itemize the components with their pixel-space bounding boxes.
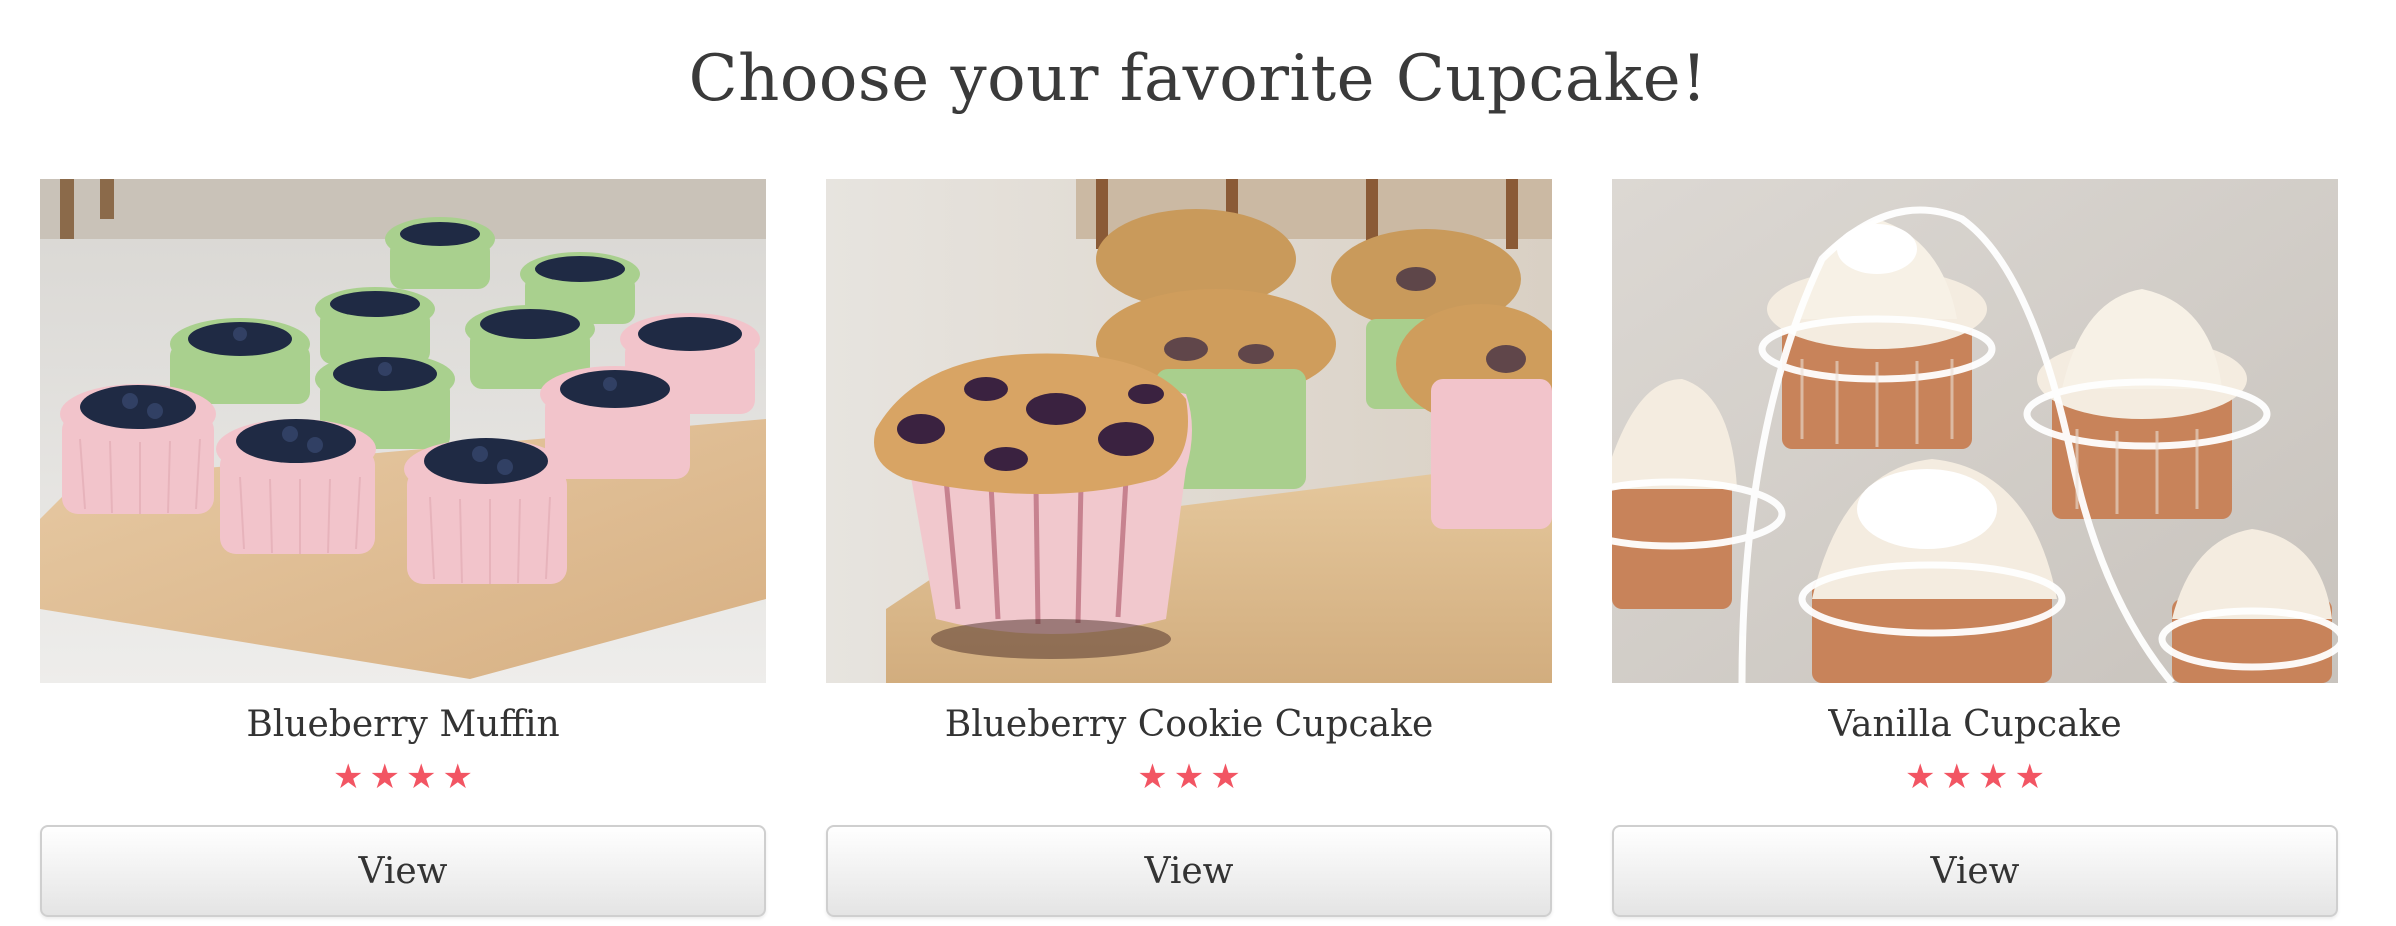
star-icon: ★ [1978, 757, 2009, 797]
product-image[interactable] [826, 179, 1552, 683]
product-name: Blueberry Cookie Cupcake [944, 704, 1434, 745]
star-icon: ★ [1137, 757, 1168, 797]
star-icon: ★ [333, 757, 364, 797]
cupcake-chooser-page: Choose your favorite Cupcake! Blueberry … [0, 0, 2396, 926]
star-icon: ★ [1905, 757, 1936, 797]
product-image[interactable] [1612, 179, 2338, 683]
view-button[interactable]: View [1612, 825, 2338, 917]
page-title: Choose your favorite Cupcake! [688, 42, 1708, 116]
rating-stars: ★ ★ ★ ★ [1905, 757, 2045, 797]
star-icon: ★ [406, 757, 437, 797]
blueberry-muffin-photo [40, 179, 766, 683]
product-card: Blueberry Muffin ★ ★ ★ ★ View [40, 179, 766, 917]
product-image[interactable] [40, 179, 766, 683]
product-card: Vanilla Cupcake ★ ★ ★ ★ View [1612, 179, 2338, 917]
star-icon: ★ [442, 757, 473, 797]
vanilla-cupcake-photo [1612, 179, 2338, 683]
view-button[interactable]: View [40, 825, 766, 917]
star-icon: ★ [1173, 757, 1205, 797]
product-name: Vanilla Cupcake [1828, 704, 2122, 745]
star-icon: ★ [369, 757, 400, 797]
product-name: Blueberry Muffin [246, 704, 560, 745]
rating-stars: ★ ★ ★ ★ [333, 757, 473, 797]
blueberry-cookie-cupcake-photo [826, 179, 1552, 683]
product-card: Blueberry Cookie Cupcake ★ ★ ★ View [826, 179, 1552, 917]
star-icon: ★ [1210, 757, 1241, 797]
star-icon: ★ [1941, 757, 1972, 797]
product-grid: Blueberry Muffin ★ ★ ★ ★ View Blueberry … [40, 179, 2357, 917]
rating-stars: ★ ★ ★ [1137, 757, 1240, 797]
view-button[interactable]: View [826, 825, 1552, 917]
star-icon: ★ [2014, 757, 2045, 797]
